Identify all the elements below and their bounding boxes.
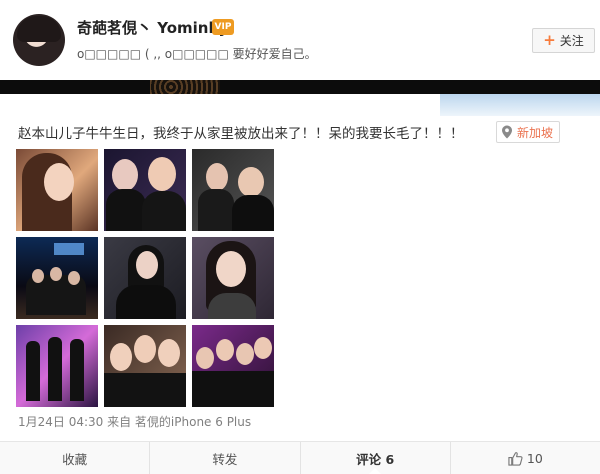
repost-button[interactable]: 转发 bbox=[150, 442, 301, 474]
photo-thumbnail[interactable] bbox=[16, 149, 98, 231]
photo-grid bbox=[16, 149, 274, 407]
action-bar: 收藏 转发 评论 6 10 bbox=[0, 441, 600, 474]
follow-label: 关注 bbox=[559, 34, 584, 48]
comment-button[interactable]: 评论 6 bbox=[301, 442, 451, 474]
comment-label: 评论 6 bbox=[356, 451, 395, 467]
thumbs-up-icon bbox=[508, 451, 523, 466]
plus-icon: + bbox=[543, 31, 556, 49]
photo-thumbnail[interactable] bbox=[104, 237, 186, 319]
favorite-button[interactable]: 收藏 bbox=[0, 442, 151, 474]
location-label: 新加坡 bbox=[517, 125, 554, 140]
location-pin-icon bbox=[502, 125, 512, 139]
repost-label: 转发 bbox=[212, 451, 238, 467]
user-bio: o□□□□□ ( ,, o□□□□□ 要好好爱自己。 bbox=[77, 47, 317, 61]
photo-thumbnail[interactable] bbox=[16, 237, 98, 319]
username[interactable]: 奇葩茗俔丶 Yominky bbox=[77, 17, 228, 38]
photo-thumbnail[interactable] bbox=[104, 149, 186, 231]
vip-badge[interactable]: VIP bbox=[212, 19, 234, 35]
cover-divider bbox=[0, 80, 600, 94]
favorite-label: 收藏 bbox=[62, 451, 88, 467]
photo-thumbnail[interactable] bbox=[192, 237, 274, 319]
like-count: 10 bbox=[526, 450, 543, 466]
post-text: 赵本山儿子牛牛生日，我终于从家里被放出来了！！呆的我要长毛了！！！ bbox=[18, 126, 464, 142]
profile-header: 奇葩茗俔丶 Yominky VIP o□□□□□ ( ,, o□□□□□ 要好好… bbox=[0, 0, 600, 80]
like-button[interactable]: 10 bbox=[451, 442, 600, 474]
photo-thumbnail[interactable] bbox=[192, 325, 274, 407]
location-tag[interactable]: 新加坡 bbox=[496, 121, 561, 143]
post-meta: 1月24日 04:30 来自 茗俔的iPhone 6 Plus bbox=[18, 415, 252, 429]
photo-thumbnail[interactable] bbox=[104, 325, 186, 407]
follow-button[interactable]: + 关注 bbox=[532, 28, 595, 53]
photo-thumbnail[interactable] bbox=[16, 325, 98, 407]
photo-thumbnail[interactable] bbox=[192, 149, 274, 231]
avatar[interactable] bbox=[13, 14, 65, 66]
cover-sky-decoration bbox=[440, 94, 600, 116]
